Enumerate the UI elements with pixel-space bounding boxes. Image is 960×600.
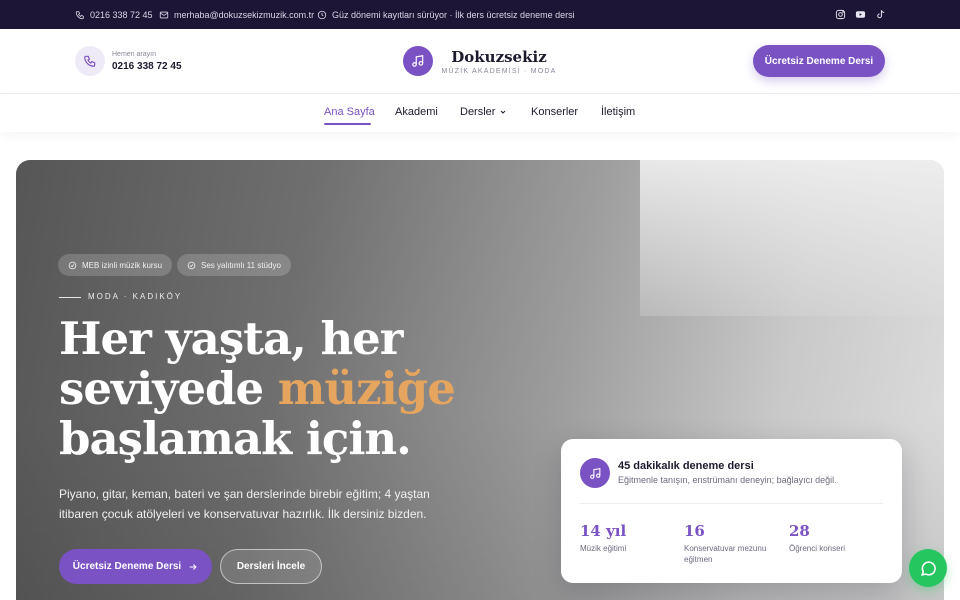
main-nav: Ana Sayfa Akademi Dersler Konserler İlet… (0, 94, 960, 132)
call-label: Hemen arayın (112, 51, 156, 58)
card-badge (580, 458, 610, 488)
topbar-notice: Güz dönemi kayıtları sürüyor · İlk ders … (317, 0, 575, 29)
topbar-phone-text: 0216 338 72 45 (90, 9, 153, 20)
stat-teachers-value: 16 (684, 522, 705, 540)
check-circle-icon (68, 261, 77, 269)
headline-accent: müziğe (277, 362, 456, 415)
music-note-icon (589, 467, 600, 479)
trial-lesson-card: 45 dakikalık deneme dersi Eğitmenle tanı… (561, 439, 902, 583)
stat-concerts-value: 28 (789, 522, 810, 540)
top-bar: 0216 338 72 45 merhaba@dokuzsekizmuzik.c… (0, 0, 960, 29)
phone-icon (84, 55, 96, 67)
call-badge[interactable] (75, 46, 105, 76)
instagram-link[interactable] (835, 0, 846, 29)
card-subtitle: Eğitmenle tanışın, enstrümanı deneyin; b… (618, 475, 837, 485)
stat-teachers-label: Konservatuvar mezunu eğitmen (684, 544, 767, 564)
youtube-icon (855, 11, 866, 18)
mail-icon (159, 11, 169, 18)
nav-item-lessons[interactable]: Dersler (460, 106, 507, 118)
instagram-icon (835, 9, 846, 20)
hero-chip-studios: Ses yalıtımlı 11 stüdyo (177, 254, 291, 276)
nav-item-label: İletişim (601, 106, 636, 118)
call-number[interactable]: 0216 338 72 45 (112, 61, 182, 72)
hero-chip-label: Ses yalıtımlı 11 stüdyo (201, 260, 281, 270)
hero-chip-license: MEB izinli müzik kursu (58, 254, 173, 276)
topbar-email[interactable]: merhaba@dokuzsekizmuzik.com.tr (159, 0, 314, 29)
clock-icon (317, 10, 327, 19)
logo-mark[interactable] (403, 46, 433, 76)
logo-name[interactable]: Dokuzsekiz (440, 48, 558, 66)
hero-lessons-button[interactable]: Dersleri İncele (220, 549, 322, 584)
hero-trial-button-label: Ücretsiz Deneme Dersi (72, 561, 182, 572)
tiktok-icon (877, 10, 885, 19)
hero-chip-label: MEB izinli müzik kursu (82, 260, 163, 270)
whatsapp-button[interactable] (909, 549, 947, 587)
nav-active-indicator (324, 123, 371, 125)
hero-headline: Her yaşta, her seviyede müziğe başlamak … (59, 314, 529, 464)
stat-concerts-label: Öğrenci konseri (789, 544, 846, 553)
hero-lead: Piyano, gitar, keman, bateri ve şan ders… (59, 487, 430, 521)
eyebrow-line (59, 297, 81, 298)
check-circle-icon (187, 261, 196, 269)
headline-line-3: başlamak için. (59, 412, 412, 465)
headline-line-2: seviyede (59, 362, 278, 415)
nav-item-label: Konserler (531, 106, 579, 118)
topbar-notice-text: Güz dönemi kayıtları sürüyor · İlk ders … (332, 9, 575, 20)
card-divider (580, 503, 883, 504)
hero-trial-button[interactable]: Ücretsiz Deneme Dersi (59, 549, 212, 584)
hero-eyebrow: MODA · KADIKÖY (88, 292, 183, 301)
stat-years-label: Müzik eğitimi (580, 544, 627, 553)
nav-item-academy[interactable]: Akademi (395, 106, 438, 118)
site-header: Hemen arayın 0216 338 72 45 Dokuzsekiz M… (0, 29, 960, 94)
arrow-right-icon (189, 563, 197, 570)
chevron-down-icon (501, 110, 506, 114)
card-title: 45 dakikalık deneme dersi (618, 460, 754, 472)
headline-line-1: Her yaşta, her (59, 312, 403, 365)
chat-bubble-icon (920, 560, 936, 576)
nav-item-label: Akademi (395, 106, 438, 118)
topbar-email-text: merhaba@dokuzsekizmuzik.com.tr (174, 9, 315, 20)
phone-icon (75, 10, 84, 19)
music-note-icon (412, 55, 424, 67)
nav-item-home[interactable]: Ana Sayfa (324, 106, 375, 118)
nav-item-label: Ana Sayfa (324, 106, 375, 118)
topbar-phone[interactable]: 0216 338 72 45 (75, 0, 153, 29)
logo-subtitle: MÜZİK AKADEMİSİ · MODA (441, 68, 557, 75)
stat-years-value: 14 yıl (580, 522, 627, 540)
nav-item-label: Dersler (460, 106, 496, 118)
nav-item-contact[interactable]: İletişim (601, 106, 635, 118)
tiktok-link[interactable] (875, 0, 886, 29)
header-trial-button[interactable]: Ücretsiz Deneme Dersi (753, 45, 885, 77)
youtube-link[interactable] (855, 0, 866, 29)
nav-item-concerts[interactable]: Konserler (531, 106, 578, 118)
